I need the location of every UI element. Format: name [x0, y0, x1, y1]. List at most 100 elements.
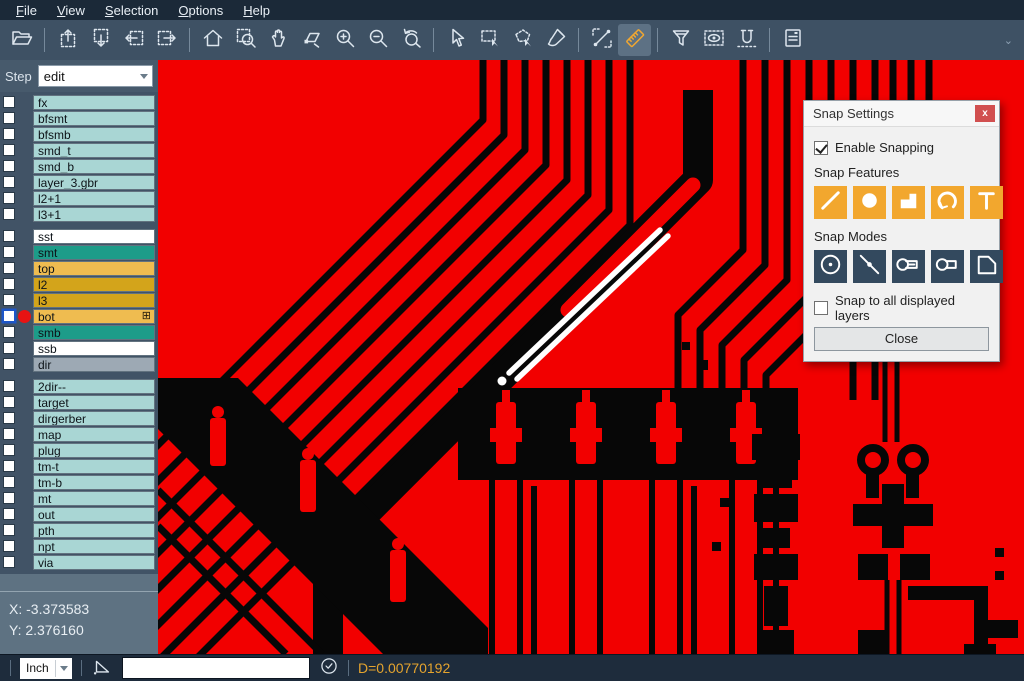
zoom-out-button[interactable] — [361, 24, 394, 56]
menu-view[interactable]: View — [47, 2, 95, 19]
layer-name[interactable]: fx — [33, 95, 155, 110]
command-input[interactable] — [122, 657, 310, 679]
layer-visibility-checkbox[interactable] — [3, 112, 15, 124]
toolbar-overflow-chevron[interactable]: ⌄ — [1004, 34, 1019, 47]
zoom-selection-button[interactable] — [295, 24, 328, 56]
menu-options[interactable]: Options — [168, 2, 233, 19]
layer-visibility-checkbox[interactable] — [3, 412, 15, 424]
zoom-previous-button[interactable] — [394, 24, 427, 56]
close-icon[interactable]: x — [975, 105, 995, 122]
layer-name[interactable]: npt — [33, 539, 155, 554]
layer-row-bot[interactable]: bot ⊞ — [0, 309, 158, 324]
unit-select[interactable]: Inch — [20, 658, 72, 679]
pan-down-button[interactable] — [84, 24, 117, 56]
layer-visibility-checkbox[interactable] — [3, 444, 15, 456]
menu-selection[interactable]: Selection — [95, 2, 168, 19]
layer-row-out[interactable]: out ⊞ — [0, 507, 158, 522]
layer-name[interactable]: smb — [33, 325, 155, 340]
layer-row-sst[interactable]: sst ⊞ — [0, 229, 158, 244]
layer-name[interactable]: layer_3.gbr — [33, 175, 155, 190]
layer-row-pth[interactable]: pth ⊞ — [0, 523, 158, 538]
layer-visibility-checkbox[interactable] — [3, 294, 15, 306]
layer-name[interactable]: l3 — [33, 293, 155, 308]
layer-row-dirgerber[interactable]: dirgerber ⊞ — [0, 411, 158, 426]
menu-file[interactable]: File — [6, 2, 47, 19]
layer-name[interactable]: top — [33, 261, 155, 276]
layer-name[interactable]: tm-b — [33, 475, 155, 490]
all-layers-row[interactable]: Snap to all displayed layers — [814, 293, 989, 323]
pan-up-button[interactable] — [51, 24, 84, 56]
pcb-canvas[interactable]: Snap Settings x Enable Snapping Snap Fea… — [158, 60, 1024, 654]
snap-feature-line-button[interactable] — [814, 186, 847, 219]
layer-visibility-checkbox[interactable] — [3, 262, 15, 274]
layer-visibility-checkbox[interactable] — [3, 396, 15, 408]
layer-visibility-checkbox[interactable] — [3, 380, 15, 392]
layer-row-smd_b[interactable]: smd_b ⊞ — [0, 159, 158, 174]
layer-visibility-checkbox[interactable] — [3, 230, 15, 242]
snap-mode-center-button[interactable] — [814, 250, 847, 283]
layer-visibility-checkbox[interactable] — [3, 508, 15, 520]
layer-row-smt[interactable]: smt ⊞ — [0, 245, 158, 260]
layer-name[interactable]: mt — [33, 491, 155, 506]
layer-name[interactable]: l3+1 — [33, 207, 155, 222]
snap-all-layers-checkbox[interactable] — [814, 301, 828, 315]
zoom-home-button[interactable] — [196, 24, 229, 56]
layer-row-bfsmt[interactable]: bfsmt ⊞ — [0, 111, 158, 126]
layer-name[interactable]: map — [33, 427, 155, 442]
layer-name[interactable]: ssb — [33, 341, 155, 356]
layer-visibility-checkbox[interactable] — [3, 428, 15, 440]
layer-name[interactable]: smd_t — [33, 143, 155, 158]
layer-visibility-checkbox[interactable] — [3, 144, 15, 156]
layer-name[interactable]: smd_b — [33, 159, 155, 174]
snap-feature-text-button[interactable] — [970, 186, 1003, 219]
select-rectangle-button[interactable] — [473, 24, 506, 56]
layer-name[interactable]: sst — [33, 229, 155, 244]
layer-visibility-checkbox[interactable] — [3, 96, 15, 108]
layer-visibility-checkbox[interactable] — [3, 326, 15, 338]
layer-row-via[interactable]: via ⊞ — [0, 555, 158, 570]
layer-row-plug[interactable]: plug ⊞ — [0, 443, 158, 458]
pan-hand-button[interactable] — [262, 24, 295, 56]
layer-visibility-checkbox[interactable] — [3, 208, 15, 220]
snap-feature-pad-button[interactable] — [853, 186, 886, 219]
layer-visibility-checkbox[interactable] — [3, 128, 15, 140]
layer-visibility-checkbox[interactable] — [3, 492, 15, 504]
layer-visibility-checkbox[interactable] — [3, 310, 15, 322]
zoom-in-button[interactable] — [328, 24, 361, 56]
corner-angle-icon[interactable] — [91, 655, 113, 681]
layer-row-smd_t[interactable]: smd_t ⊞ — [0, 143, 158, 158]
snap-mode-outline-button[interactable] — [970, 250, 1003, 283]
layer-row-tm-t[interactable]: tm-t ⊞ — [0, 459, 158, 474]
layer-visibility-checkbox[interactable] — [3, 524, 15, 536]
layer-visibility-checkbox[interactable] — [3, 460, 15, 472]
dialog-title-bar[interactable]: Snap Settings x — [804, 101, 999, 127]
sync-check-icon[interactable] — [319, 656, 339, 681]
enable-snapping-checkbox[interactable] — [814, 141, 828, 155]
layer-name[interactable]: tm-t — [33, 459, 155, 474]
layer-row-fx[interactable]: fx ⊞ — [0, 95, 158, 110]
layer-row-map[interactable]: map ⊞ — [0, 427, 158, 442]
filter-button[interactable] — [664, 24, 697, 56]
snap-mode-midpoint-button[interactable] — [853, 250, 886, 283]
layer-visibility-checkbox[interactable] — [3, 342, 15, 354]
dialog-close-button[interactable]: Close — [814, 327, 989, 351]
measure-distance-button[interactable] — [585, 24, 618, 56]
layer-row-smb[interactable]: smb ⊞ — [0, 325, 158, 340]
layer-name[interactable]: bot — [33, 309, 155, 324]
layer-row-top[interactable]: top ⊞ — [0, 261, 158, 276]
layer-visibility-checkbox[interactable] — [3, 176, 15, 188]
snap-feature-arc-button[interactable] — [931, 186, 964, 219]
layer-name[interactable]: plug — [33, 443, 155, 458]
layer-name[interactable]: smt — [33, 245, 155, 260]
open-button[interactable] — [5, 24, 38, 56]
snap-feature-surface-button[interactable] — [892, 186, 925, 219]
layer-visibility-checkbox[interactable] — [3, 540, 15, 552]
step-select[interactable]: edit — [38, 65, 153, 87]
snap-button[interactable] — [730, 24, 763, 56]
measure-ruler-button[interactable] — [618, 24, 651, 56]
layer-row-l3[interactable]: l3 ⊞ — [0, 293, 158, 308]
layer-name[interactable]: out — [33, 507, 155, 522]
zoom-window-button[interactable] — [229, 24, 262, 56]
layer-row-tm-b[interactable]: tm-b ⊞ — [0, 475, 158, 490]
layer-visibility-checkbox[interactable] — [3, 358, 15, 370]
